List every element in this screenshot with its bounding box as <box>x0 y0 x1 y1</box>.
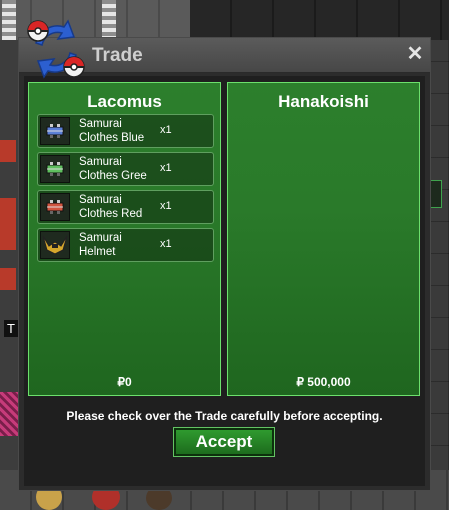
trade-item[interactable]: Samurai Helmet x1 <box>37 228 214 262</box>
left-player-name: Lacomus <box>87 92 162 111</box>
window-title: Trade <box>92 45 143 66</box>
trade-logo-icon <box>27 19 85 79</box>
trade-item-name: Samurai Helmet <box>79 232 122 258</box>
trade-item-quantity: x1 <box>160 162 172 174</box>
trade-item[interactable]: Samurai Clothes Red x1 <box>37 190 214 224</box>
trade-window: Trade ✕ Lacomus Samurai Clothes Blue x1 Sa… <box>18 37 431 491</box>
pink-sprite <box>0 392 18 436</box>
trade-body: Lacomus Samurai Clothes Blue x1 Samurai Cl… <box>24 76 425 486</box>
red-block <box>0 268 16 290</box>
left-money: ₽0 <box>117 375 132 389</box>
dark-wall <box>190 0 449 40</box>
samurai-clothes-green-icon <box>40 155 70 183</box>
left-trade-panel: Lacomus Samurai Clothes Blue x1 Samurai Cl… <box>28 82 221 396</box>
red-block <box>0 140 16 162</box>
trade-item-quantity: x1 <box>160 124 172 136</box>
trade-item-quantity: x1 <box>160 238 172 250</box>
close-button[interactable]: ✕ <box>406 44 424 64</box>
side-label: T <box>4 320 18 337</box>
trade-item[interactable]: Samurai Clothes Blue x1 <box>37 114 214 148</box>
red-block <box>0 198 16 250</box>
right-side-element <box>430 180 442 208</box>
striped-pillar <box>2 0 16 40</box>
samurai-clothes-blue-icon <box>40 117 70 145</box>
right-player-name: Hanakoishi <box>278 92 369 111</box>
striped-pillar <box>102 0 116 40</box>
trade-item[interactable]: Samurai Clothes Gree x1 <box>37 152 214 186</box>
samurai-helmet-icon <box>40 231 70 259</box>
trade-item-name: Samurai Clothes Blue <box>79 118 145 144</box>
trade-item-quantity: x1 <box>160 200 172 212</box>
right-trade-panel: Hanakoishi ₽ 500,000 <box>227 82 420 396</box>
trade-notice: Please check over the Trade carefully be… <box>66 409 383 423</box>
trade-item-name: Samurai Clothes Red <box>79 194 143 220</box>
trade-item-name: Samurai Clothes Gree <box>79 156 147 182</box>
right-money: ₽ 500,000 <box>296 375 351 389</box>
samurai-clothes-red-icon <box>40 193 70 221</box>
accept-button[interactable]: Accept <box>173 427 275 457</box>
